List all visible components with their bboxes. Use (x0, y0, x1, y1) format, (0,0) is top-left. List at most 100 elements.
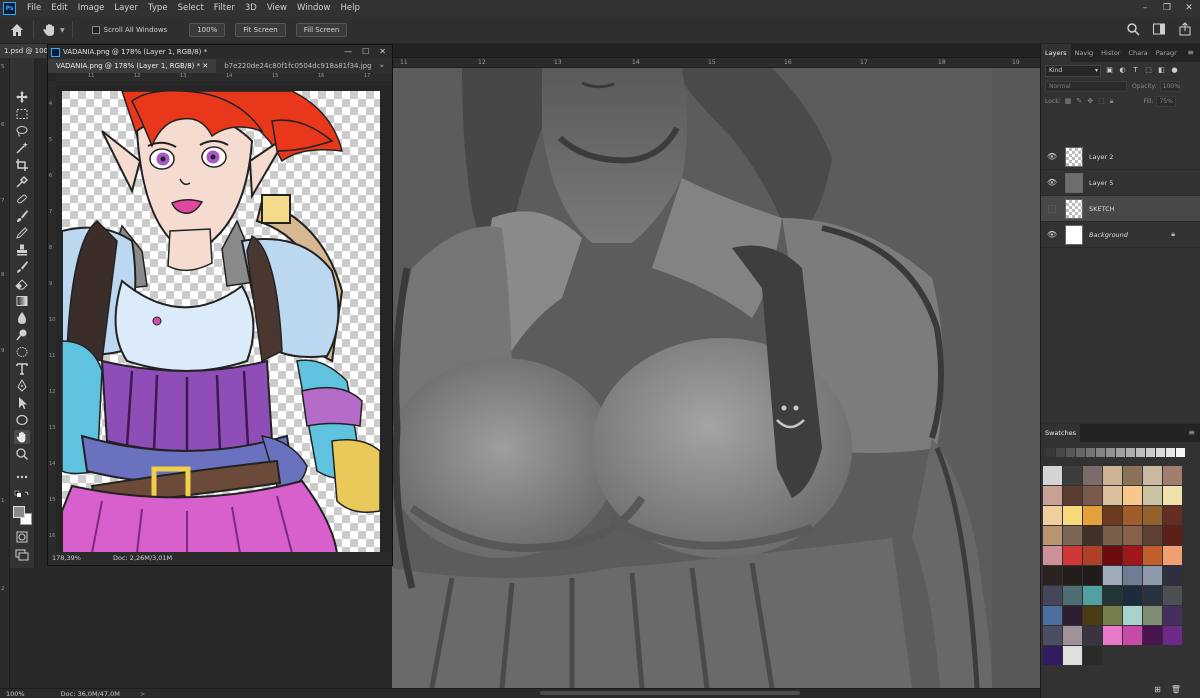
eraser-tool-icon[interactable] (14, 277, 30, 291)
color-swatch[interactable] (1143, 466, 1162, 485)
color-swatch[interactable] (1063, 526, 1082, 545)
delete-swatch-icon[interactable]: 🗑︎ (1171, 685, 1181, 694)
floating-window-titlebar[interactable]: VADANIA.png @ 178% (Layer 1, RGB/8) * — … (48, 45, 392, 59)
tab-paragraph[interactable]: Paragr (1152, 44, 1181, 62)
share-icon[interactable] (1178, 22, 1192, 36)
fill-screen-button[interactable]: Fill Screen (295, 23, 348, 37)
gradient-tool-icon[interactable] (14, 294, 30, 308)
color-swatch[interactable] (1123, 566, 1142, 585)
recent-swatch[interactable] (1046, 448, 1055, 457)
ellipse-tool-icon[interactable] (14, 413, 30, 427)
color-swatch[interactable] (1163, 626, 1182, 645)
tab-vadania[interactable]: VADANIA.png @ 178% (Layer 1, RGB/8) * ✕ (48, 59, 217, 73)
color-swatch[interactable] (1083, 526, 1102, 545)
adjustment-filter-icon[interactable]: ◐ (1118, 66, 1127, 75)
tab-history[interactable]: Histor (1097, 44, 1124, 62)
color-swatch[interactable] (1143, 506, 1162, 525)
healing-brush-tool-icon[interactable] (14, 192, 30, 206)
color-swatch[interactable] (1083, 646, 1102, 665)
menu-3d[interactable]: 3D (240, 0, 262, 17)
recent-swatch[interactable] (1086, 448, 1095, 457)
filter-toggle-icon[interactable]: ● (1170, 66, 1179, 75)
color-swatch[interactable] (1163, 506, 1182, 525)
color-swatch[interactable] (1063, 486, 1082, 505)
pencil-tool-icon[interactable] (14, 226, 30, 240)
fit-screen-button[interactable]: Fit Screen (235, 23, 286, 37)
zoom-level[interactable]: 178,39% (52, 554, 81, 562)
color-swatch[interactable] (1043, 546, 1062, 565)
visibility-eye-icon[interactable]: 👁︎ (1045, 152, 1059, 161)
visibility-eye-icon[interactable]: 👁︎ (1045, 230, 1059, 239)
clone-stamp-tool-icon[interactable] (14, 243, 30, 257)
blend-mode-select[interactable]: Normal (1045, 81, 1127, 92)
color-swatch[interactable] (1123, 466, 1142, 485)
color-swatch[interactable] (1103, 566, 1122, 585)
color-swatch[interactable] (1123, 586, 1142, 605)
color-swatch[interactable] (1143, 606, 1162, 625)
zoom-100-button[interactable]: 100% (189, 23, 226, 37)
recent-swatch[interactable] (1166, 448, 1175, 457)
pixel-filter-icon[interactable]: ▣ (1105, 66, 1114, 75)
photoshop-logo-icon[interactable]: Ps (3, 2, 16, 15)
close-icon[interactable]: ✕ (1178, 0, 1200, 17)
color-swatch[interactable] (1063, 506, 1082, 525)
color-swatch[interactable] (1043, 586, 1062, 605)
visibility-eye-icon[interactable]: 👁︎ (1045, 178, 1059, 187)
color-swatch[interactable] (1123, 546, 1142, 565)
restore-icon[interactable]: ❐ (1156, 0, 1178, 17)
home-icon[interactable] (8, 21, 26, 39)
marquee-tool-icon[interactable] (14, 107, 30, 121)
color-swatch[interactable] (1043, 486, 1062, 505)
color-swatch[interactable] (1043, 466, 1062, 485)
color-swatch[interactable] (1043, 606, 1062, 625)
recent-swatch[interactable] (1126, 448, 1135, 457)
color-swatch[interactable] (1083, 586, 1102, 605)
color-swatch[interactable] (1083, 486, 1102, 505)
minimize-icon[interactable]: – (1134, 0, 1156, 17)
color-swatch[interactable] (1163, 546, 1182, 565)
path-selection-tool-icon[interactable] (14, 396, 30, 410)
color-swatch[interactable] (1063, 586, 1082, 605)
recent-swatch[interactable] (1076, 448, 1085, 457)
color-swatch[interactable] (1083, 506, 1102, 525)
workspace-icon[interactable] (1152, 22, 1166, 36)
tab-layers[interactable]: Layers (1041, 44, 1071, 62)
sponge-tool-icon[interactable] (14, 345, 30, 359)
color-swatch[interactable] (1103, 626, 1122, 645)
color-swatch[interactable] (1123, 626, 1142, 645)
type-filter-icon[interactable]: T (1131, 66, 1140, 75)
tab-navigator[interactable]: Navig (1071, 44, 1098, 62)
hand-tool-icon[interactable] (41, 22, 57, 38)
color-swatch[interactable] (1043, 506, 1062, 525)
color-swatch[interactable] (1143, 546, 1162, 565)
more-tools-icon[interactable] (14, 470, 30, 484)
minimize-icon[interactable]: — (344, 45, 352, 59)
color-swatch[interactable] (1123, 606, 1142, 625)
color-swatch[interactable] (1043, 646, 1062, 665)
search-icon[interactable] (1126, 22, 1140, 36)
blur-tool-icon[interactable] (14, 311, 30, 325)
recent-swatch[interactable] (1146, 448, 1155, 457)
color-swatch[interactable] (1103, 606, 1122, 625)
color-swatch[interactable] (1163, 606, 1182, 625)
maximize-icon[interactable]: ☐ (362, 45, 369, 59)
color-swatch[interactable] (1043, 566, 1062, 585)
close-icon[interactable]: ✕ (202, 62, 208, 70)
menu-image[interactable]: Image (73, 0, 110, 17)
menu-select[interactable]: Select (173, 0, 209, 17)
tab-swatches[interactable]: Swatches (1041, 424, 1081, 442)
menu-window[interactable]: Window (292, 0, 336, 17)
eyedropper-tool-icon[interactable] (14, 175, 30, 189)
color-swatch[interactable] (1163, 466, 1182, 485)
history-brush-tool-icon[interactable] (14, 260, 30, 274)
foreground-background-colors[interactable] (13, 506, 33, 526)
color-swatch[interactable] (1143, 566, 1162, 585)
color-swatch[interactable] (1143, 486, 1162, 505)
colored-illustration[interactable] (62, 91, 380, 553)
layer-row[interactable]: SKETCH (1041, 196, 1200, 222)
lock-position-icon[interactable]: ✥ (1087, 97, 1093, 106)
color-swatch[interactable] (1103, 486, 1122, 505)
color-swatch[interactable] (1083, 546, 1102, 565)
color-swatch[interactable] (1083, 606, 1102, 625)
color-swatch[interactable] (1083, 566, 1102, 585)
